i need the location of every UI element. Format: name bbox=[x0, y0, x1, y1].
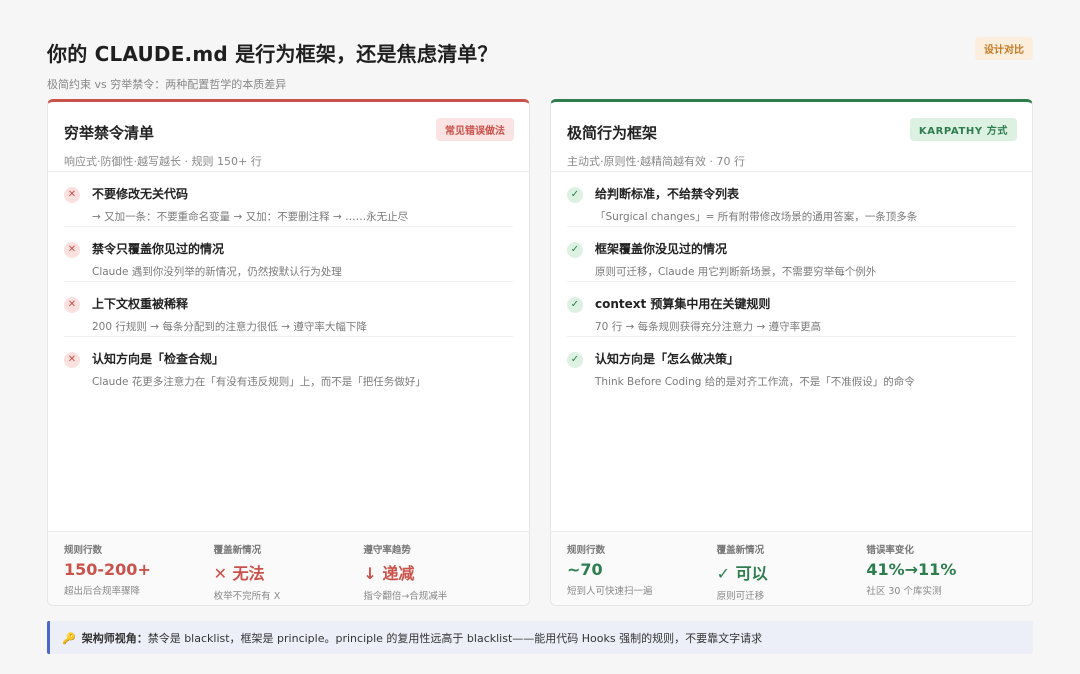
stat-error-rate: 错误率变化 41%→11% 社区 30 个库实测 bbox=[866, 542, 1016, 605]
note-lead: 架构师视角： bbox=[81, 632, 148, 645]
check-icon: ✓ bbox=[567, 187, 583, 203]
cross-icon: ✕ bbox=[64, 187, 80, 203]
item-title: context 预算集中用在关键规则 bbox=[595, 297, 771, 311]
cross-icon: ✕ bbox=[64, 297, 80, 313]
item-desc: 「Surgical changes」= 所有附带修改场景的通用答案，一条顶多条 bbox=[595, 211, 918, 223]
note-text: 禁令是 blacklist，框架是 principle。principle 的复… bbox=[147, 632, 763, 645]
stat-rule-lines: 规则行数 150-200+ 超出后合规率骤降 bbox=[64, 542, 214, 605]
card-header: 穷举禁令清单 响应式·防御性·越写越长 · 规则 150+ 行 常见错误做法 bbox=[48, 102, 529, 172]
stat-note: 原则可迁移 bbox=[716, 591, 765, 602]
common-mistake-badge: 常见错误做法 bbox=[436, 118, 514, 141]
list-item: ✓ 框架覆盖你没见过的情况 原则可迁移，Claude 用它判断新场景，不需要穷举… bbox=[567, 227, 1016, 282]
design-compare-badge: 设计对比 bbox=[975, 37, 1033, 60]
stat-value: ~70 bbox=[567, 560, 603, 579]
item-desc: Claude 遇到你没列举的新情况，仍然按默认行为处理 bbox=[92, 266, 342, 278]
list-item: ✓ 认知方向是「怎么做决策」 Think Before Coding 给的是对齐… bbox=[567, 337, 1016, 392]
cross-icon: ✕ bbox=[64, 242, 80, 258]
stat-note: 社区 30 个库实测 bbox=[866, 586, 942, 597]
list-item: ✕ 禁令只覆盖你见过的情况 Claude 遇到你没列举的新情况，仍然按默认行为处… bbox=[64, 227, 513, 282]
stats-row: 规则行数 ~70 短到人可快速扫一遍 覆盖新情况 ✓ 可以 原则可迁移 错误率变… bbox=[551, 531, 1032, 605]
blacklist-card: 穷举禁令清单 响应式·防御性·越写越长 · 规则 150+ 行 常见错误做法 ✕… bbox=[47, 99, 530, 606]
stat-value: ✕ 无法 bbox=[213, 564, 265, 583]
stat-rule-lines: 规则行数 ~70 短到人可快速扫一遍 bbox=[567, 542, 717, 605]
stat-note: 枚举不完所有 X bbox=[213, 591, 281, 602]
stat-label: 覆盖新情况 bbox=[716, 545, 765, 556]
stat-note: 超出后合规率骤降 bbox=[64, 586, 141, 597]
item-title: 认知方向是「怎么做决策」 bbox=[595, 352, 740, 366]
item-title: 禁令只覆盖你见过的情况 bbox=[92, 242, 225, 256]
item-desc: 原则可迁移，Claude 用它判断新场景，不需要穷举每个例外 bbox=[595, 266, 877, 278]
stat-note: 短到人可快速扫一遍 bbox=[567, 586, 653, 597]
list-item: ✕ 认知方向是「检查合规」 Claude 花更多注意力在「有没有违反规则」上，而… bbox=[64, 337, 513, 392]
item-desc: 200 行规则 → 每条分配到的注意力很低 → 遵守率大幅下降 bbox=[92, 321, 367, 333]
item-title: 不要修改无关代码 bbox=[92, 187, 189, 201]
list-item: ✓ 给判断标准，不给禁令列表 「Surgical changes」= 所有附带修… bbox=[567, 172, 1016, 227]
stat-label: 覆盖新情况 bbox=[213, 545, 262, 556]
stats-row: 规则行数 150-200+ 超出后合规率骤降 覆盖新情况 ✕ 无法 枚举不完所有… bbox=[48, 531, 529, 605]
principle-list: ✓ 给判断标准，不给禁令列表 「Surgical changes」= 所有附带修… bbox=[551, 172, 1032, 392]
stat-value: 41%→11% bbox=[866, 560, 957, 579]
stat-label: 规则行数 bbox=[567, 545, 606, 556]
list-item: ✕ 不要修改无关代码 → 又加一条：不要重命名变量 → 又加：不要删注释 → …… bbox=[64, 172, 513, 227]
card-header: 极简行为框架 主动式·原则性·越精简越有效 · 70 行 KARPATHY 方式 bbox=[551, 102, 1032, 172]
item-title: 框架覆盖你没见过的情况 bbox=[595, 242, 728, 256]
card-meta: 响应式·防御性·越写越长 · 规则 150+ 行 bbox=[64, 155, 262, 168]
item-desc: → 又加一条：不要重命名变量 → 又加：不要删注释 → ……永无止尽 bbox=[92, 211, 409, 223]
page-title: 你的 CLAUDE.md 是行为框架，还是焦虑清单？ bbox=[47, 42, 498, 66]
rule-list: ✕ 不要修改无关代码 → 又加一条：不要重命名变量 → 又加：不要删注释 → …… bbox=[48, 172, 529, 392]
list-item: ✕ 上下文权重被稀释 200 行规则 → 每条分配到的注意力很低 → 遵守率大幅… bbox=[64, 282, 513, 337]
page-header: 你的 CLAUDE.md 是行为框架，还是焦虑清单？ 极简约束 vs 穷举禁令：… bbox=[47, 37, 1033, 92]
karpathy-badge: KARPATHY 方式 bbox=[909, 118, 1017, 141]
stat-coverage: 覆盖新情况 ✓ 可以 原则可迁移 bbox=[717, 542, 867, 605]
page-subtitle: 极简约束 vs 穷举禁令：两种配置哲学的本质差异 bbox=[47, 78, 287, 91]
item-title: 认知方向是「检查合规」 bbox=[92, 352, 225, 366]
stat-label: 遵守率趋势 bbox=[363, 545, 411, 556]
stat-trend: 遵守率趋势 ↓ 递减 指令翻倍→合规减半 bbox=[363, 542, 513, 605]
stat-value: ✓ 可以 bbox=[716, 564, 768, 583]
item-title: 给判断标准，不给禁令列表 bbox=[595, 187, 740, 201]
item-desc: Claude 花更多注意力在「有没有违反规则」上，而不是「把任务做好」 bbox=[92, 376, 426, 388]
card-meta: 主动式·原则性·越精简越有效 · 70 行 bbox=[567, 155, 745, 168]
check-icon: ✓ bbox=[567, 297, 583, 313]
stat-value: ↓ 递减 bbox=[363, 564, 415, 583]
item-desc: 70 行 → 每条规则获得充分注意力 → 遵守率更高 bbox=[595, 321, 822, 333]
check-icon: ✓ bbox=[567, 352, 583, 368]
stat-value: 150-200+ bbox=[64, 560, 151, 579]
stat-label: 规则行数 bbox=[64, 545, 103, 556]
stat-label: 错误率变化 bbox=[866, 545, 914, 556]
item-desc: Think Before Coding 给的是对齐工作流，不是「不准假设」的命令 bbox=[595, 376, 915, 388]
cross-icon: ✕ bbox=[64, 352, 80, 368]
key-icon: 🔑 bbox=[62, 632, 76, 645]
framework-card: 极简行为框架 主动式·原则性·越精简越有效 · 70 行 KARPATHY 方式… bbox=[550, 99, 1033, 606]
item-title: 上下文权重被稀释 bbox=[92, 297, 189, 311]
stat-note: 指令翻倍→合规减半 bbox=[363, 591, 448, 602]
list-item: ✓ context 预算集中用在关键规则 70 行 → 每条规则获得充分注意力 … bbox=[567, 282, 1016, 337]
architect-note: 🔑 架构师视角：禁令是 blacklist，框架是 principle。princ… bbox=[47, 621, 1033, 654]
stat-coverage: 覆盖新情况 ✕ 无法 枚举不完所有 X bbox=[214, 542, 364, 605]
check-icon: ✓ bbox=[567, 242, 583, 258]
